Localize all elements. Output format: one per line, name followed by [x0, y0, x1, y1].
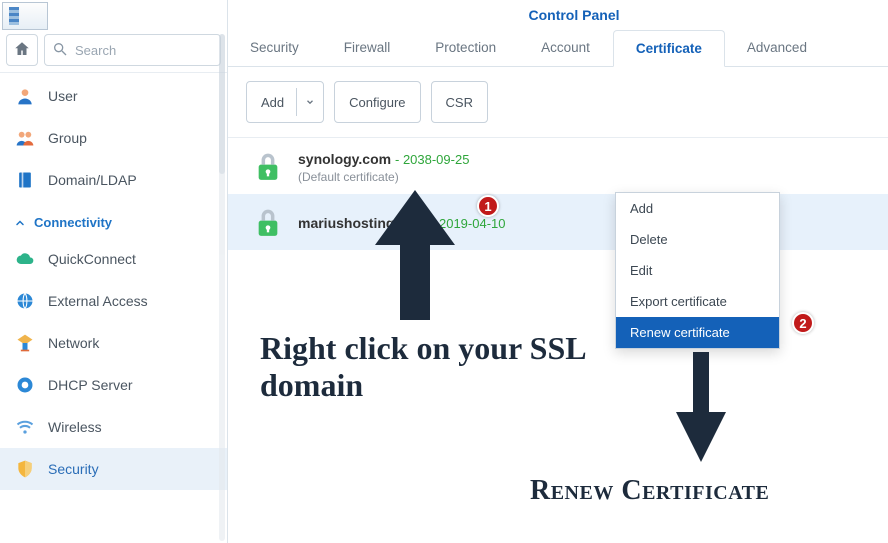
sidebar-item-security[interactable]: Security — [0, 448, 227, 490]
add-button-dropdown[interactable] — [296, 88, 323, 116]
search-input[interactable] — [44, 34, 221, 66]
tab-security[interactable]: Security — [228, 30, 322, 66]
sidebar-scrollbar-thumb[interactable] — [219, 34, 225, 174]
certificate-row[interactable]: mariushosting.com - 2019-04-10 — [228, 194, 888, 250]
sidebar-item-label: Wireless — [48, 419, 102, 435]
sidebar-item-label: Domain/LDAP — [48, 172, 137, 188]
home-button[interactable] — [6, 34, 38, 66]
toolbar: Add Configure CSR — [228, 67, 888, 138]
app-icon — [2, 2, 48, 30]
certificate-expiry: 2019-04-10 — [439, 216, 506, 231]
sidebar-item-wireless[interactable]: Wireless — [0, 406, 227, 448]
certificate-expiry: 2038-09-25 — [403, 152, 470, 167]
certificate-row[interactable]: synology.com - 2038-09-25 (Default certi… — [228, 138, 888, 194]
sidebar-item-network[interactable]: Network — [0, 322, 227, 364]
add-button[interactable]: Add — [246, 81, 324, 123]
group-icon — [14, 127, 36, 149]
search-icon — [52, 41, 68, 60]
section-label: Connectivity — [34, 215, 112, 230]
lock-icon — [254, 206, 282, 240]
sidebar-item-label: Security — [48, 461, 99, 477]
tab-certificate[interactable]: Certificate — [613, 30, 725, 67]
sidebar-item-dhcp-server[interactable]: DHCP Server — [0, 364, 227, 406]
certificate-list: synology.com - 2038-09-25 (Default certi… — [228, 138, 888, 250]
server-icon — [14, 374, 36, 396]
globe-icon — [14, 290, 36, 312]
ctx-export-certificate[interactable]: Export certificate — [616, 286, 779, 317]
sidebar-item-user[interactable]: User — [0, 75, 227, 117]
book-icon — [14, 169, 36, 191]
tabs: Security Firewall Protection Account Cer… — [228, 30, 888, 67]
chevron-up-icon — [14, 217, 26, 229]
window-title: Control Panel — [260, 0, 888, 30]
configure-button[interactable]: Configure — [334, 81, 420, 123]
sidebar-item-label: Group — [48, 130, 87, 146]
ctx-add[interactable]: Add — [616, 193, 779, 224]
lock-icon — [254, 150, 282, 184]
certificate-name: synology.com — [298, 151, 391, 167]
wifi-icon — [14, 416, 36, 438]
sidebar-item-group[interactable]: Group — [0, 117, 227, 159]
user-icon — [14, 85, 36, 107]
sidebar-item-quickconnect[interactable]: QuickConnect — [0, 238, 227, 280]
context-menu: Add Delete Edit Export certificate Renew… — [615, 192, 780, 349]
certificate-name: mariushosting.com — [298, 215, 427, 231]
cloud-icon — [14, 248, 36, 270]
network-icon — [14, 332, 36, 354]
ctx-edit[interactable]: Edit — [616, 255, 779, 286]
ctx-renew-certificate[interactable]: Renew certificate — [616, 317, 779, 348]
tab-advanced[interactable]: Advanced — [725, 30, 830, 66]
sidebar-item-label: QuickConnect — [48, 251, 136, 267]
add-button-label: Add — [261, 95, 284, 110]
sidebar-item-label: User — [48, 88, 78, 104]
section-connectivity[interactable]: Connectivity — [0, 201, 227, 238]
certificate-note: (Default certificate) — [298, 170, 469, 184]
sidebar-scrollbar[interactable] — [219, 34, 225, 541]
tab-firewall[interactable]: Firewall — [322, 30, 414, 66]
sidebar-item-label: External Access — [48, 293, 148, 309]
sidebar-item-label: DHCP Server — [48, 377, 133, 393]
sidebar-item-domain-ldap[interactable]: Domain/LDAP — [0, 159, 227, 201]
csr-button[interactable]: CSR — [431, 81, 488, 123]
home-icon — [13, 40, 31, 61]
sidebar-item-external-access[interactable]: External Access — [0, 280, 227, 322]
ctx-delete[interactable]: Delete — [616, 224, 779, 255]
tab-account[interactable]: Account — [519, 30, 613, 66]
sidebar-item-label: Network — [48, 335, 99, 351]
tab-protection[interactable]: Protection — [413, 30, 519, 66]
shield-icon — [14, 458, 36, 480]
main-panel: Security Firewall Protection Account Cer… — [228, 30, 888, 543]
chevron-down-icon — [305, 97, 315, 107]
sidebar: User Group Domain/LDAP Connectivity Quic… — [0, 0, 228, 543]
